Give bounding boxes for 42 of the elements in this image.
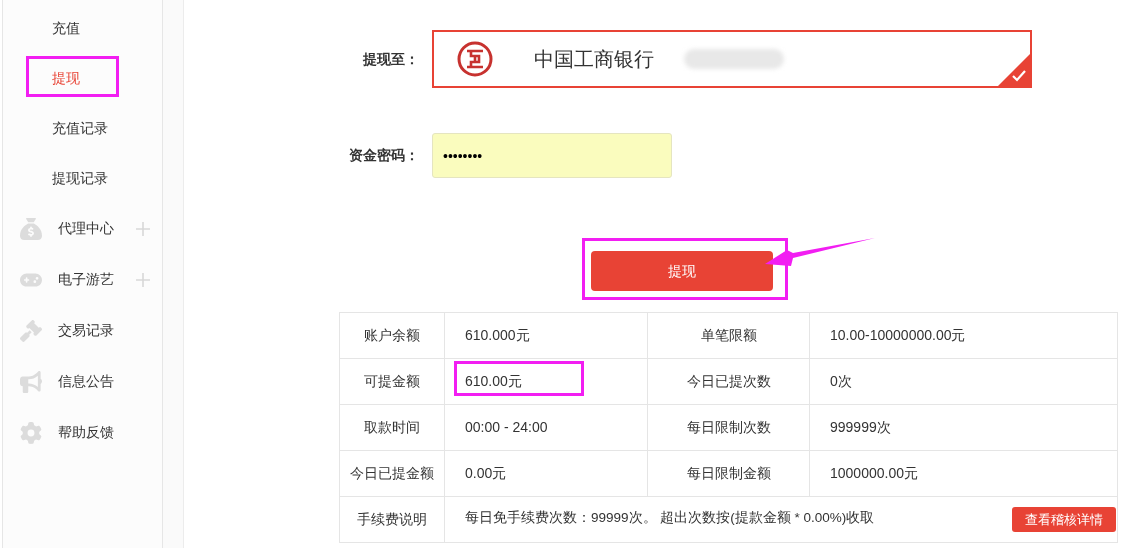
table-cell: 610.000元 — [445, 313, 648, 358]
bank-card-option[interactable]: 中国工商银行 — [432, 30, 1032, 88]
table-cell: 每日限制金额 — [648, 451, 810, 496]
money-bag-icon — [20, 217, 42, 240]
sidebar-item[interactable]: 充值记录 — [52, 117, 108, 139]
check-corner-icon — [998, 54, 1030, 86]
field-label: 资金密码： — [348, 146, 419, 165]
table-cell: 账户余额 — [340, 313, 445, 358]
megaphone-icon — [20, 370, 42, 393]
bank-name: 中国工商银行 — [534, 47, 654, 72]
table-cell: 610.00元 — [445, 359, 648, 404]
table-cell: 1000000.00元 — [810, 451, 1118, 496]
table-cell: 单笔限额 — [648, 313, 810, 358]
fee-description: 每日免手续费次数：99999次。 超出次数按(提款金额 * 0.00%)收取 — [465, 509, 875, 527]
table-cell: 今日已提次数 — [648, 359, 810, 404]
gavel-icon — [20, 319, 42, 342]
sidebar-item[interactable]: 电子游艺 — [58, 269, 114, 290]
table-cell: 可提金额 — [340, 359, 445, 404]
field-label: 提现至： — [362, 49, 419, 69]
table-cell: 取款时间 — [340, 405, 445, 450]
bank-logo-icon — [457, 41, 493, 77]
table-cell: 999999次 — [810, 405, 1118, 450]
sidebar-item[interactable]: 代理中心 — [58, 218, 114, 239]
password-field[interactable]: •••••••• — [432, 133, 672, 178]
gear-icon — [20, 421, 42, 444]
table-cell: 手续费说明 — [340, 497, 445, 542]
table-cell: 今日已提金额 — [340, 451, 445, 496]
audit-details-button[interactable]: 查看稽核详情 — [1012, 507, 1116, 532]
table-cell: 0次 — [810, 359, 1118, 404]
withdraw-button[interactable]: 提现 — [591, 251, 773, 291]
sidebar-item[interactable]: 提现记录 — [52, 167, 108, 189]
table-cell: 10.00-10000000.00元 — [810, 313, 1118, 358]
plus-icon[interactable] — [136, 272, 150, 287]
table-cell: 00:00 - 24:00 — [445, 405, 648, 450]
sidebar-item[interactable]: 交易记录 — [58, 320, 114, 341]
table-cell: 0.00元 — [445, 451, 648, 496]
sidebar-item[interactable]: 帮助反馈 — [58, 422, 114, 443]
table-cell: 每日限制次数 — [648, 405, 810, 450]
sidebar-item[interactable]: 提现 — [52, 67, 80, 89]
sidebar-item[interactable]: 信息公告 — [58, 371, 114, 392]
sidebar-item[interactable]: 充值 — [52, 17, 80, 39]
plus-icon[interactable] — [136, 221, 150, 236]
